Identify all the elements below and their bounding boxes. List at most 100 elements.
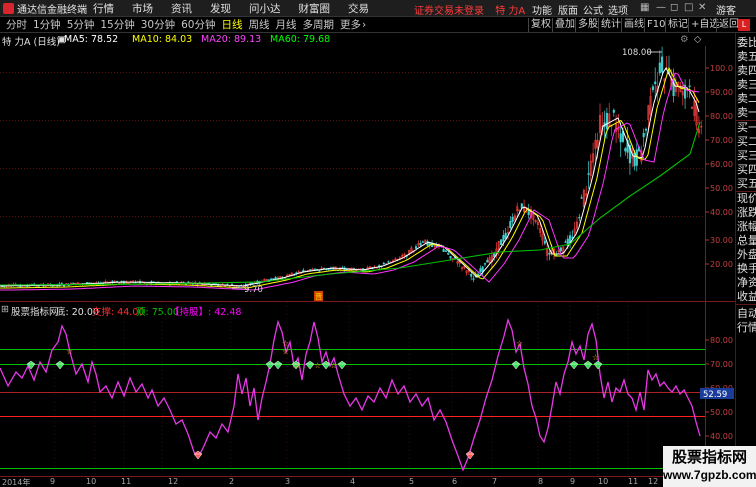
- date-tick: 9: [570, 477, 576, 486]
- layout-menu[interactable]: 版面: [558, 2, 578, 17]
- indicator-tick-label: 70.00: [710, 360, 733, 369]
- event-marker-text: 晋: [315, 292, 323, 301]
- menu-item-trade[interactable]: 交易: [348, 1, 369, 16]
- price-chart[interactable]: 100.0 90.00 80.00 70.00 60.00 50.00 40.00 30.00…: [0, 46, 735, 302]
- date-tick: 4: [350, 477, 356, 486]
- sell-signal-icon: [593, 360, 603, 370]
- panel-item-buy4: 买四: [737, 163, 756, 176]
- menu-item-discover[interactable]: 发现: [210, 1, 231, 16]
- candle-body: [274, 277, 277, 280]
- f10-button[interactable]: F10: [644, 18, 667, 32]
- candle-body: [658, 62, 661, 74]
- date-tick: 2014年: [2, 478, 31, 487]
- menu-item-ask[interactable]: 问小达: [249, 1, 281, 16]
- period-1min[interactable]: 1分钟: [33, 17, 61, 32]
- candle-body: [442, 249, 445, 252]
- candle-body: [175, 281, 178, 283]
- date-tick: 5: [409, 477, 415, 486]
- menu-item-market-overview[interactable]: 市场: [132, 1, 153, 16]
- quote-side-panel: L 委比 卖五 卖四 卖三 卖二 卖一 买一 买二 买三 买四 买五 现价 涨跌…: [735, 19, 756, 487]
- panel-item-volume: 总量: [737, 234, 756, 247]
- panel-item-buy2: 买二: [737, 135, 756, 148]
- panel-item-net-assets: 净资: [737, 276, 756, 289]
- options-menu[interactable]: 选项: [608, 2, 628, 17]
- menu-item-wealth-circle[interactable]: 财富圈: [299, 1, 331, 16]
- close-icon[interactable]: ✕: [698, 2, 706, 13]
- panel-item-sell5: 卖五: [737, 50, 756, 63]
- period-30min[interactable]: 30分钟: [141, 17, 175, 32]
- menu-item-market[interactable]: 行情: [93, 1, 114, 16]
- menu-item-news[interactable]: 资讯: [171, 1, 192, 16]
- panel-item-quote[interactable]: 行情: [737, 321, 756, 334]
- candle-body: [633, 152, 636, 167]
- candle-body: [449, 256, 452, 259]
- grid-icon[interactable]: ▦: [640, 2, 649, 13]
- settings-gear-icon[interactable]: ⚙: [680, 34, 689, 45]
- warning-star-icon: ☆: [294, 361, 301, 370]
- max-price-text: 108.00: [622, 48, 652, 58]
- ma60-line: [0, 121, 701, 286]
- mark-button[interactable]: 标记: [665, 18, 690, 32]
- candle-body: [661, 56, 664, 73]
- ma10-value: MA10: 84.03: [132, 34, 193, 45]
- candle-body: [428, 242, 431, 245]
- date-tick: 10: [598, 477, 609, 486]
- event-marker[interactable]: 晋: [314, 291, 323, 301]
- price-tick-label: 70.00: [710, 136, 733, 145]
- draw-line-button[interactable]: 画线: [621, 18, 646, 32]
- candle-body: [651, 86, 654, 90]
- period-multi[interactable]: 多周期: [303, 17, 335, 32]
- warning-star-icon: ☆: [516, 339, 523, 348]
- panel-divider: [736, 304, 756, 305]
- formula-menu[interactable]: 公式: [583, 2, 603, 17]
- minimize-icon[interactable]: —: [656, 2, 666, 13]
- panel-item-buy3: 买三: [737, 149, 756, 162]
- adjust-button[interactable]: 复权: [528, 18, 553, 32]
- overlay-button[interactable]: 叠加: [552, 18, 577, 32]
- date-tick: 11: [628, 477, 639, 486]
- candle-body: [644, 128, 648, 131]
- statistics-button[interactable]: 统计: [598, 18, 623, 32]
- function-menu[interactable]: 功能: [532, 2, 552, 17]
- period-weekly[interactable]: 周线: [249, 17, 270, 32]
- period-daily[interactable]: 日线: [222, 17, 243, 32]
- current-value-badge: 52.59: [700, 388, 734, 400]
- candle-body: [642, 132, 645, 138]
- period-intraday[interactable]: 分时: [6, 17, 27, 32]
- candle-body: [387, 261, 390, 263]
- candle-body: [479, 268, 482, 273]
- login-status[interactable]: 证券交易未登录 特 力A: [414, 2, 525, 17]
- price-tick-label: 40.00: [710, 208, 733, 217]
- period-more[interactable]: 更多: [340, 17, 361, 32]
- sell-signal-icon: [305, 360, 315, 370]
- chevron-right-icon[interactable]: ›: [362, 19, 366, 31]
- panel-badge[interactable]: L: [738, 19, 750, 31]
- menu-bar: 通达信金融终端 行情 市场 资讯 发现 问小达 财富圈 交易 证券交易未登录 特…: [0, 0, 756, 17]
- period-15min[interactable]: 15分钟: [100, 17, 134, 32]
- restore-icon[interactable]: ◻: [670, 2, 678, 13]
- watermark: 股票指标网 www.7gpzb.com: [663, 446, 756, 487]
- price-tick-label: 50.00: [710, 184, 733, 193]
- price-grid: [0, 46, 735, 302]
- sell-signal-icon: [265, 360, 275, 370]
- period-60min[interactable]: 60分钟: [181, 17, 215, 32]
- panel-item-auto[interactable]: 自动: [737, 307, 756, 320]
- period-monthly[interactable]: 月线: [276, 17, 297, 32]
- panel-item-earnings: 收益: [737, 290, 756, 303]
- date-axis: 2014年 9 10 11 12 2 3 4 5 6 7 8 9 10 11 1…: [0, 477, 735, 487]
- date-tick: 7: [492, 477, 498, 486]
- maximize-icon[interactable]: □: [684, 2, 693, 13]
- candle-body: [483, 263, 487, 265]
- sell-signal-icon: [55, 360, 65, 370]
- panel-item-buy5: 买五: [737, 177, 756, 190]
- buy-signal-icon: [465, 450, 475, 460]
- indicator-chart[interactable]: ☆☆☆☆☆☆☆☆ 80.0070.0060.0050.0040.0030.002…: [0, 302, 735, 477]
- chart-menu-icon[interactable]: ◇: [694, 34, 701, 45]
- candle-body: [72, 282, 75, 285]
- guest-label[interactable]: 游客: [716, 2, 736, 17]
- login-status-text: 证券交易未登录: [414, 6, 484, 17]
- multi-stock-button[interactable]: 多股: [575, 18, 600, 32]
- date-tick: 10: [86, 477, 97, 486]
- period-5min[interactable]: 5分钟: [67, 17, 95, 32]
- panel-item-sell3: 卖三: [737, 78, 756, 91]
